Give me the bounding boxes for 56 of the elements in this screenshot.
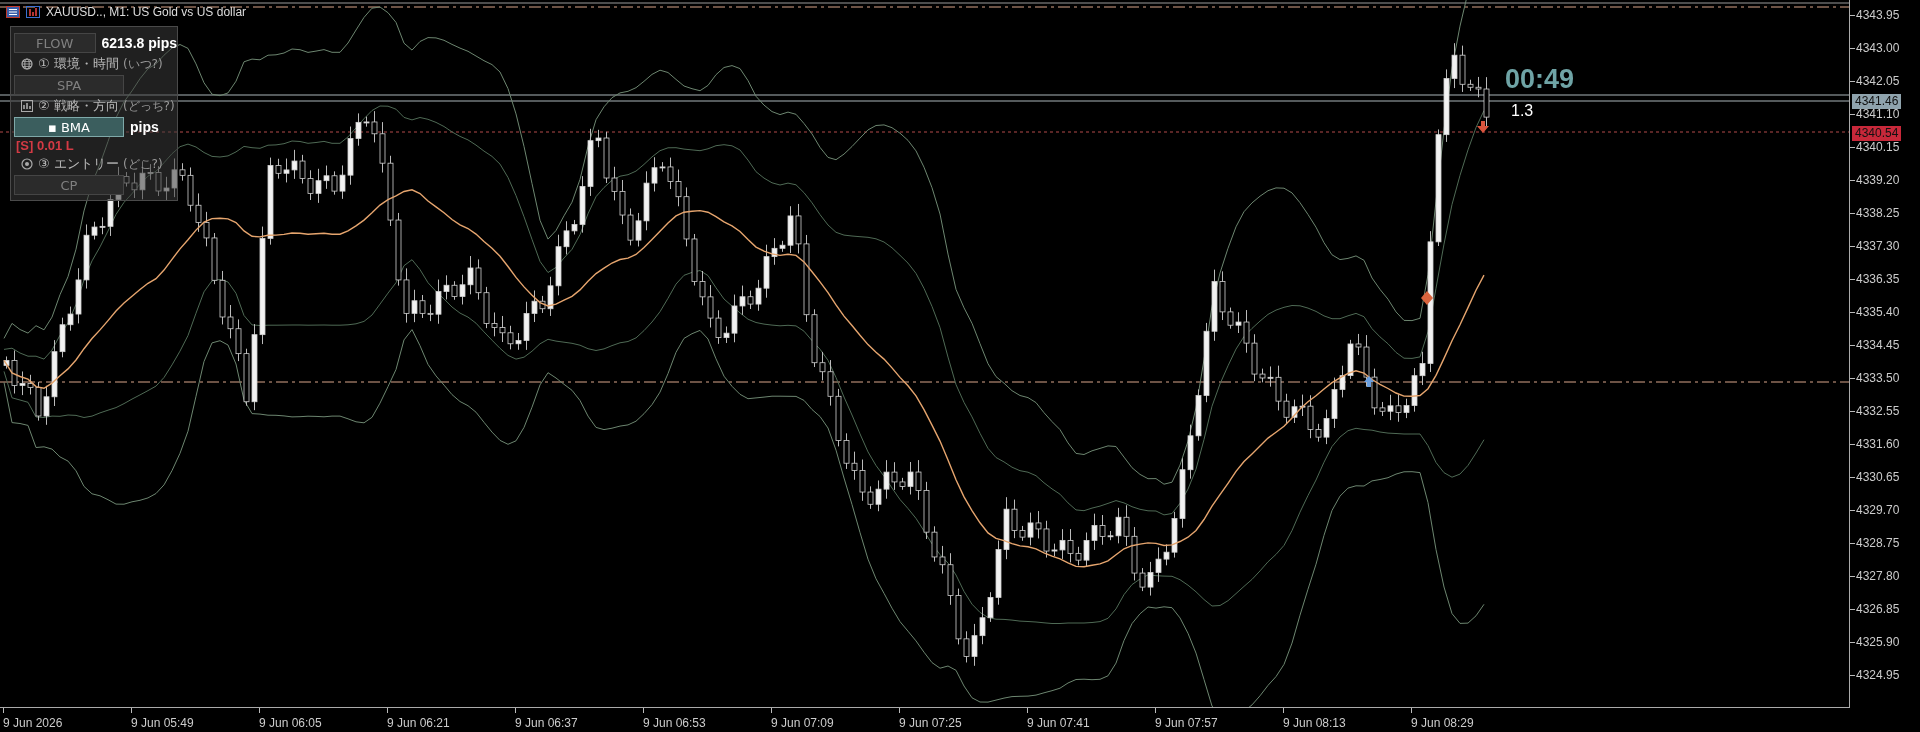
time-label: 9 Jun 2026 [3, 716, 63, 730]
price-label: 4329.70 [1856, 503, 1900, 517]
section-heading: ② 戦略・方向 (どっち?) [38, 97, 175, 115]
target-icon [21, 158, 33, 170]
time-label: 9 Jun 07:25 [899, 716, 962, 730]
diamond-icon [1421, 291, 1433, 305]
time-label: 9 Jun 08:13 [1283, 716, 1346, 730]
price-label: 4343.95 [1856, 8, 1900, 22]
globe-icon [21, 58, 33, 70]
up-arrow-icon [1364, 376, 1374, 387]
panel-button[interactable]: ▪ BMA [14, 117, 124, 137]
panel-button[interactable]: FLOW [14, 33, 96, 53]
time-label: 9 Jun 06:21 [387, 716, 450, 730]
time-label: 9 Jun 06:05 [259, 716, 322, 730]
price-label: 4343.00 [1856, 41, 1900, 55]
lot-size-label: [S] 0.01 L [15, 138, 75, 154]
price-label: 4333.50 [1856, 371, 1900, 385]
price-tag: 4341.46 [1852, 94, 1902, 109]
pips-value: 6213.8 pips [101, 35, 177, 51]
time-label: 9 Jun 07:41 [1027, 716, 1090, 730]
price-label: 4339.20 [1856, 173, 1900, 187]
price-label: 4325.90 [1856, 635, 1900, 649]
price-label: 4338.25 [1856, 206, 1900, 220]
bar-chart-icon [21, 100, 33, 112]
price-label: 4330.65 [1856, 470, 1900, 484]
time-label: 9 Jun 07:09 [771, 716, 834, 730]
chart-title: XAUUSD.., M1: US Gold vs US dollar [46, 5, 247, 19]
pips-value: pips [130, 119, 159, 135]
time-label: 9 Jun 08:29 [1411, 716, 1474, 730]
price-label: 4327.80 [1856, 569, 1900, 583]
price-label: 4326.85 [1856, 602, 1900, 616]
price-label: 4335.40 [1856, 305, 1900, 319]
price-label: 4331.60 [1856, 437, 1900, 451]
countdown-timer: 00:49 [1505, 64, 1575, 95]
down-arrow-icon [1477, 121, 1489, 133]
bars-icon[interactable] [26, 6, 40, 18]
section-heading: ③ エントリー (どこ?) [38, 155, 163, 173]
price-label: 4334.45 [1856, 338, 1900, 352]
price-tag: 4340.54 [1852, 126, 1902, 141]
time-label: 9 Jun 05:49 [131, 716, 194, 730]
price-label: 4340.15 [1856, 140, 1900, 154]
time-label: 9 Jun 07:57 [1155, 716, 1218, 730]
time-label: 9 Jun 06:53 [643, 716, 706, 730]
price-label: 4328.75 [1856, 536, 1900, 550]
panel-button[interactable]: CP [14, 175, 124, 195]
price-label: 4324.95 [1856, 668, 1900, 682]
menu-icon[interactable] [6, 6, 20, 18]
price-label: 4336.35 [1856, 272, 1900, 286]
price-label: 4332.55 [1856, 404, 1900, 418]
spread-value: 1.3 [1511, 102, 1534, 120]
section-heading: ① 環境・時間 (いつ?) [38, 55, 163, 73]
time-label: 9 Jun 06:37 [515, 716, 578, 730]
panel-button[interactable]: SPA [14, 75, 124, 95]
price-label: 4341.10 [1856, 107, 1900, 121]
price-label: 4342.05 [1856, 74, 1900, 88]
price-label: 4337.30 [1856, 239, 1900, 253]
